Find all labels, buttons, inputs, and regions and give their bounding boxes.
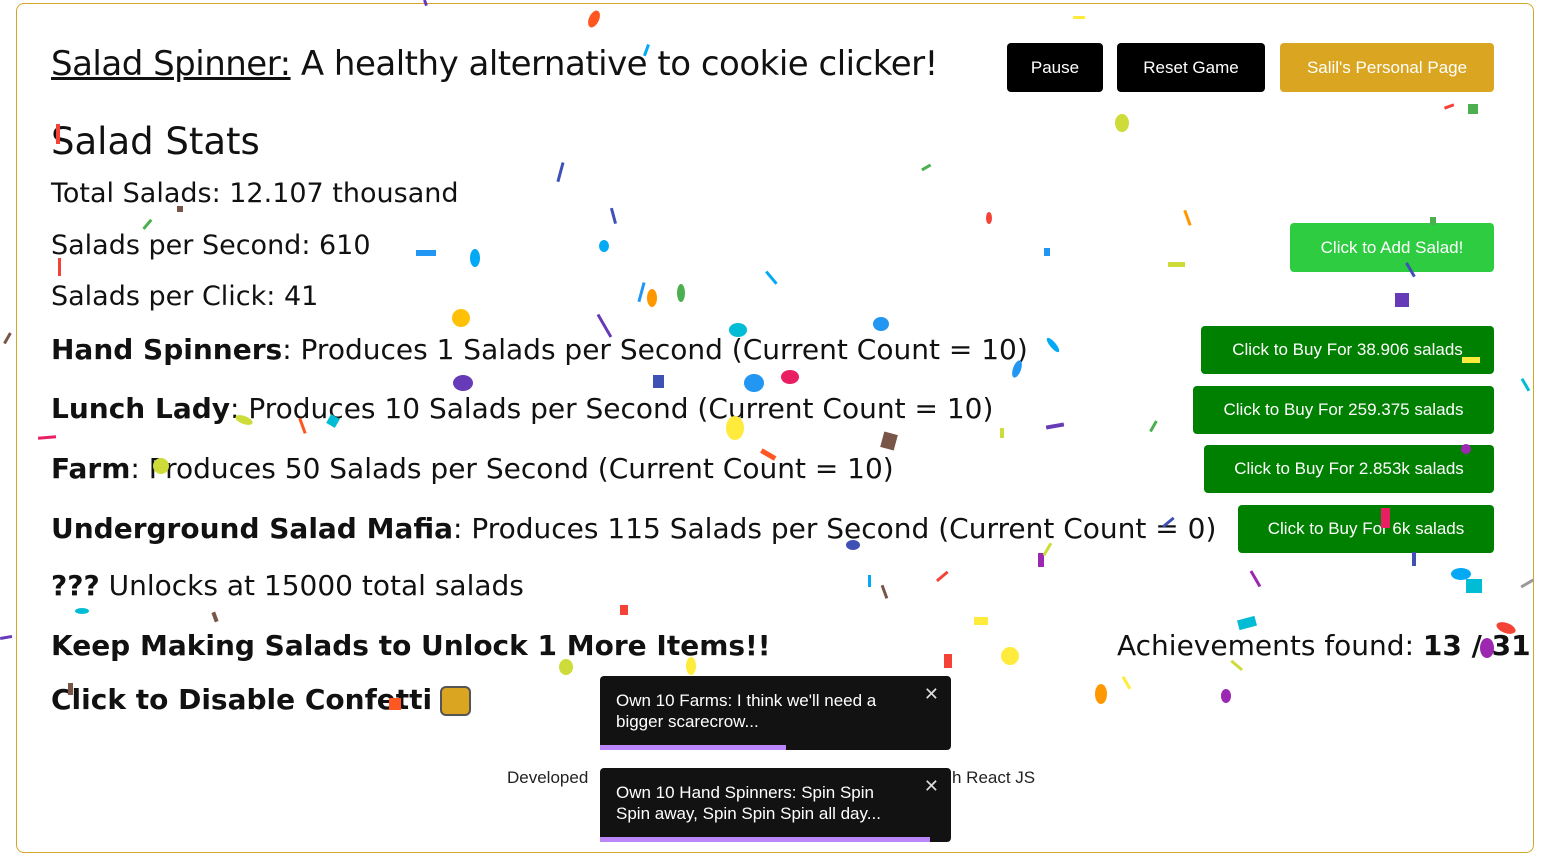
title-subtitle: A healthy alternative to cookie clicker! [290, 44, 938, 84]
total-salads: Total Salads: 12.107 thousand [51, 178, 459, 209]
item-desc: : Produces 50 Salads per Second (Current… [130, 452, 894, 485]
locked-item-desc: Unlocks at 15000 total salads [99, 569, 524, 602]
footer-right: h React JS [952, 768, 1036, 787]
toast-progress [600, 745, 787, 750]
item-lunch-lady: Lunch Lady: Produces 10 Salads per Secon… [51, 392, 993, 425]
item-name: Underground Salad Mafia [51, 512, 454, 545]
achievements: Achievements found: 13 / 31 [1117, 629, 1531, 662]
buy-hand-spinners-button[interactable]: Click to Buy For 38.906 salads [1201, 326, 1494, 374]
salads-per-second: Salads per Second: 610 [51, 230, 371, 261]
pause-button[interactable]: Pause [1007, 43, 1103, 92]
item-desc: : Produces 115 Salads per Second (Curren… [453, 512, 1217, 545]
item-salad-mafia: Underground Salad Mafia: Produces 115 Sa… [51, 512, 1216, 545]
buy-lunch-lady-button[interactable]: Click to Buy For 259.375 salads [1193, 386, 1494, 434]
unlock-hint: Keep Making Salads to Unlock 1 More Item… [51, 629, 771, 662]
stats-heading: Salad Stats [51, 120, 260, 163]
item-name: Farm [51, 452, 131, 485]
buy-salad-mafia-button[interactable]: Click to Buy For 6k salads [1238, 505, 1494, 553]
close-icon[interactable]: ✕ [924, 776, 939, 797]
buy-farm-button[interactable]: Click to Buy For 2.853k salads [1204, 445, 1494, 493]
locked-item: ??? Unlocks at 15000 total salads [51, 569, 524, 602]
achievement-toast: Own 10 Hand Spinners: Spin Spin Spin awa… [600, 768, 951, 842]
confetti-toggle-label: Click to Disable Confetti [51, 683, 433, 716]
toast-text: Own 10 Hand Spinners: Spin Spin Spin awa… [616, 783, 881, 823]
confetti-toggle-row: Click to Disable Confetti [51, 683, 472, 716]
toast-text: Own 10 Farms: I think we'll need a bigge… [616, 691, 877, 731]
footer-left: Developed [507, 768, 589, 787]
toast-progress [600, 837, 930, 842]
achievements-label: Achievements found: [1117, 629, 1423, 662]
achievement-toast: Own 10 Farms: I think we'll need a bigge… [600, 676, 951, 750]
confetti-toggle-checkbox[interactable] [440, 686, 472, 716]
title-link[interactable]: Salad Spinner: [51, 44, 291, 84]
item-desc: : Produces 1 Salads per Second (Current … [282, 333, 1028, 366]
item-name: Lunch Lady [51, 392, 231, 425]
locked-item-name: ??? [51, 569, 100, 602]
item-farm: Farm: Produces 50 Salads per Second (Cur… [51, 452, 894, 485]
close-icon[interactable]: ✕ [924, 684, 939, 705]
item-desc: : Produces 10 Salads per Second (Current… [230, 392, 994, 425]
item-name: Hand Spinners [51, 333, 283, 366]
item-hand-spinners: Hand Spinners: Produces 1 Salads per Sec… [51, 333, 1028, 366]
achievements-count: 13 / 31 [1422, 629, 1531, 662]
add-salad-button[interactable]: Click to Add Salad! [1290, 223, 1494, 272]
page-title: Salad Spinner: A healthy alternative to … [51, 44, 938, 84]
reset-game-button[interactable]: Reset Game [1117, 43, 1265, 92]
salads-per-click: Salads per Click: 41 [51, 281, 319, 312]
personal-page-button[interactable]: Salil's Personal Page [1280, 43, 1494, 92]
